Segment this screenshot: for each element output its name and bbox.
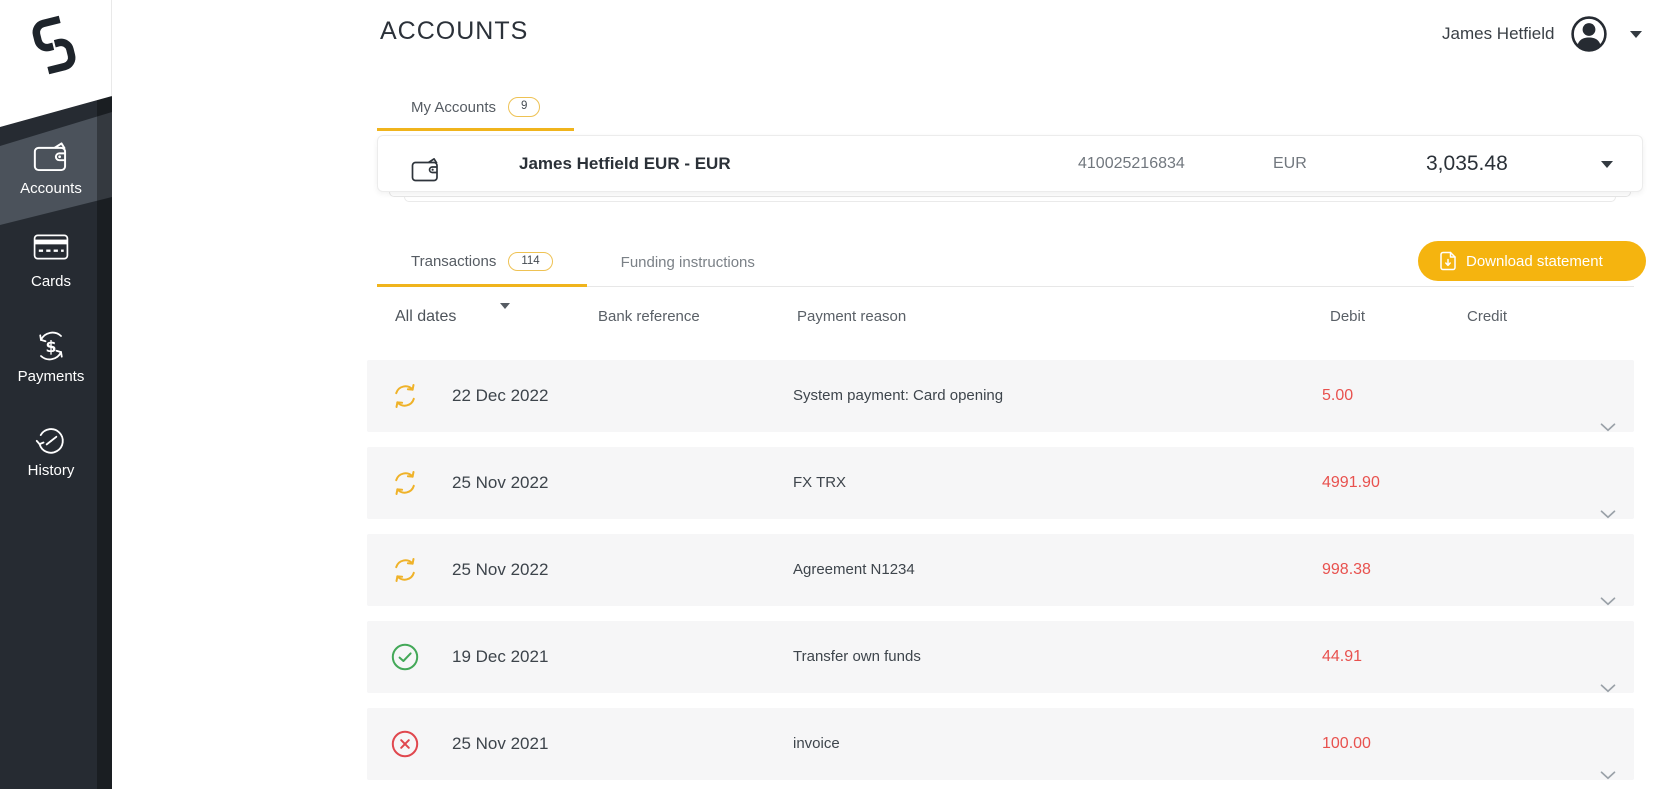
transaction-date: 25 Nov 2022	[452, 473, 549, 492]
transaction-status-icon	[391, 730, 419, 758]
svg-text:$: $	[45, 337, 56, 356]
accounts-count-badge: 9	[508, 97, 541, 117]
transaction-status-icon	[391, 643, 419, 671]
transaction-reason: Transfer own funds	[793, 648, 921, 665]
account-stack-layer	[389, 192, 1631, 197]
tab-label: Transactions	[411, 253, 497, 270]
sidebar-item-payments[interactable]: $ Payments	[0, 328, 102, 385]
tab-label: My Accounts	[411, 98, 497, 116]
transaction-reason: invoice	[793, 735, 840, 752]
sidebar-item-label: Accounts	[20, 180, 82, 197]
sidebar-item-label: History	[27, 462, 75, 479]
account-currency: EUR	[1273, 155, 1307, 172]
column-header-debit: Debit	[1330, 308, 1366, 325]
wallet-icon	[411, 151, 441, 206]
download-statement-label: Download statement	[1466, 252, 1603, 270]
account-card[interactable]: James Hetfield EUR - EUR 410025216834 EU…	[377, 135, 1643, 192]
chevron-down-icon[interactable]	[1600, 740, 1616, 812]
transaction-row[interactable]: 19 Dec 2021 Transfer own funds 44.91	[367, 621, 1634, 693]
pending-sync-icon	[395, 558, 415, 582]
app-logo	[0, 0, 112, 127]
page-title: ACCOUNTS	[380, 17, 529, 45]
date-filter-dropdown[interactable]: All dates	[395, 303, 456, 331]
pending-sync-icon	[395, 471, 415, 495]
completed-check-icon	[391, 643, 419, 671]
transaction-debit: 4991.90	[1322, 474, 1380, 491]
transactions-header-row: All dates Bank reference Payment reason …	[367, 303, 1634, 331]
sidebar: Accounts Cards $ Payments History	[0, 0, 112, 789]
tab-funding-instructions[interactable]: Funding instructions	[587, 239, 789, 286]
credit-card-icon	[0, 233, 102, 271]
transaction-row[interactable]: 22 Dec 2022 System payment: Card opening…	[367, 360, 1634, 432]
failed-x-icon	[391, 730, 419, 758]
transactions-count-badge: 114	[508, 251, 553, 272]
payments-icon: $	[0, 328, 102, 366]
sidebar-fold-shade	[97, 0, 112, 789]
sidebar-item-accounts[interactable]: Accounts	[0, 140, 102, 197]
transaction-reason: FX TRX	[793, 474, 847, 491]
avatar[interactable]	[1570, 15, 1608, 53]
transaction-debit: 998.38	[1322, 561, 1371, 578]
transaction-status-icon	[391, 469, 419, 497]
column-header-credit: Credit	[1467, 308, 1508, 325]
tab-label: Funding instructions	[620, 254, 755, 271]
transaction-reason: Agreement N1234	[793, 561, 915, 578]
transaction-reason: System payment: Card opening	[793, 387, 1004, 404]
transaction-debit: 44.91	[1322, 648, 1363, 665]
transaction-row[interactable]: 25 Nov 2022 Agreement N1234 998.38	[367, 534, 1634, 606]
tab-transactions[interactable]: Transactions 114	[377, 239, 587, 287]
sidebar-item-cards[interactable]: Cards	[0, 233, 102, 290]
sidebar-item-history[interactable]: History	[0, 422, 102, 479]
transaction-debit: 5.00	[1322, 387, 1354, 404]
history-icon	[0, 422, 102, 460]
transaction-date: 25 Nov 2021	[452, 734, 549, 753]
account-name: James Hetfield EUR - EUR	[519, 154, 731, 173]
transaction-status-icon	[391, 556, 419, 584]
pending-sync-icon	[395, 384, 415, 408]
logo-icon	[32, 15, 76, 75]
sidebar-item-label: Cards	[30, 273, 71, 290]
user-menu-caret-icon[interactable]	[1630, 31, 1642, 38]
transactions-list: 22 Dec 2022 System payment: Card opening…	[367, 360, 1634, 795]
column-header-payment-reason: Payment reason	[797, 308, 907, 325]
transaction-row[interactable]: 25 Nov 2022 FX TRX 4991.90	[367, 447, 1634, 519]
account-expand-caret-icon[interactable]	[1601, 161, 1613, 168]
wallet-icon	[0, 140, 102, 178]
transaction-date: 25 Nov 2022	[452, 560, 549, 579]
date-filter-caret-icon[interactable]	[500, 303, 510, 309]
transaction-row[interactable]: 25 Nov 2021 invoice 100.00	[367, 708, 1634, 780]
account-number: 410025216834	[1078, 155, 1185, 172]
user-name: James Hetfield	[1442, 24, 1555, 43]
download-icon	[1439, 251, 1457, 271]
column-header-bank-reference: Bank reference	[598, 308, 700, 325]
transaction-date: 22 Dec 2022	[452, 386, 549, 405]
transaction-date: 19 Dec 2021	[452, 647, 549, 666]
tab-my-accounts[interactable]: My Accounts 9	[377, 86, 575, 131]
sidebar-item-label: Payments	[17, 368, 85, 385]
transaction-debit: 100.00	[1322, 735, 1371, 752]
accounts-tab-bar: My Accounts 9	[377, 86, 575, 131]
account-stack-layer	[404, 197, 1616, 202]
account-balance: 3,035.48	[1426, 152, 1508, 175]
transaction-status-icon	[391, 382, 419, 410]
download-statement-button[interactable]: Download statement	[1418, 241, 1646, 281]
